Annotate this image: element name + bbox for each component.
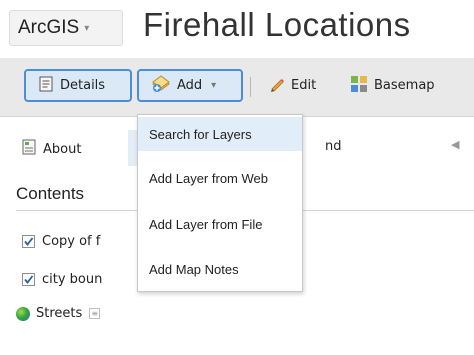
basemap-layer-row: Streets ≡: [16, 306, 101, 321]
toolbar-divider: [250, 77, 251, 97]
layer-name[interactable]: Streets: [36, 306, 82, 321]
layer-options-icon[interactable]: ≡: [89, 308, 101, 319]
layer-name[interactable]: city boun: [42, 272, 102, 287]
add-button[interactable]: Add ▾: [137, 69, 243, 102]
about-icon: [22, 139, 36, 159]
scroll-left-icon[interactable]: ◀: [451, 138, 459, 151]
layer-row: city boun: [22, 272, 102, 287]
contents-heading: Contents: [16, 184, 85, 203]
map-title: Firehall Locations: [143, 6, 411, 43]
tab-about-label: About: [43, 141, 82, 157]
basemap-icon: [350, 75, 368, 97]
details-icon: [38, 76, 54, 96]
add-dropdown-menu: Search for Layers Add Layer from Web Add…: [137, 114, 303, 292]
tab-legend[interactable]: nd: [325, 139, 342, 154]
basemap-button[interactable]: Basemap: [342, 69, 435, 102]
arcgis-logo-text: ArcGIS: [18, 17, 80, 38]
layer-visibility-checkbox[interactable]: [22, 273, 35, 286]
arcgis-menu-button[interactable]: ArcGIS ▾: [9, 10, 123, 46]
edit-button[interactable]: Edit: [260, 69, 316, 102]
add-layer-icon: [151, 74, 171, 97]
menu-item-add-map-notes[interactable]: Add Map Notes: [138, 252, 302, 286]
tab-about[interactable]: About: [22, 139, 81, 159]
globe-icon: [16, 306, 30, 321]
menu-item-search-for-layers[interactable]: Search for Layers: [138, 117, 302, 151]
chevron-down-icon: ▾: [84, 22, 90, 34]
layer-name[interactable]: Copy of f: [42, 234, 100, 249]
basemap-label: Basemap: [374, 78, 435, 93]
menu-item-add-layer-from-web[interactable]: Add Layer from Web: [138, 161, 302, 195]
chevron-down-icon: ▾: [211, 80, 217, 91]
details-button[interactable]: Details: [24, 69, 132, 102]
title-bar: ArcGIS ▾ Firehall Locations: [0, 0, 474, 58]
add-label: Add: [177, 78, 203, 93]
toolbar: Details Add ▾ Edit Basemap: [0, 58, 474, 117]
menu-item-add-layer-from-file[interactable]: Add Layer from File: [138, 207, 302, 241]
details-label: Details: [60, 78, 106, 93]
pencil-icon: [269, 76, 285, 96]
layer-visibility-checkbox[interactable]: [22, 235, 35, 248]
edit-label: Edit: [291, 78, 317, 93]
layer-row: Copy of f: [22, 234, 100, 249]
